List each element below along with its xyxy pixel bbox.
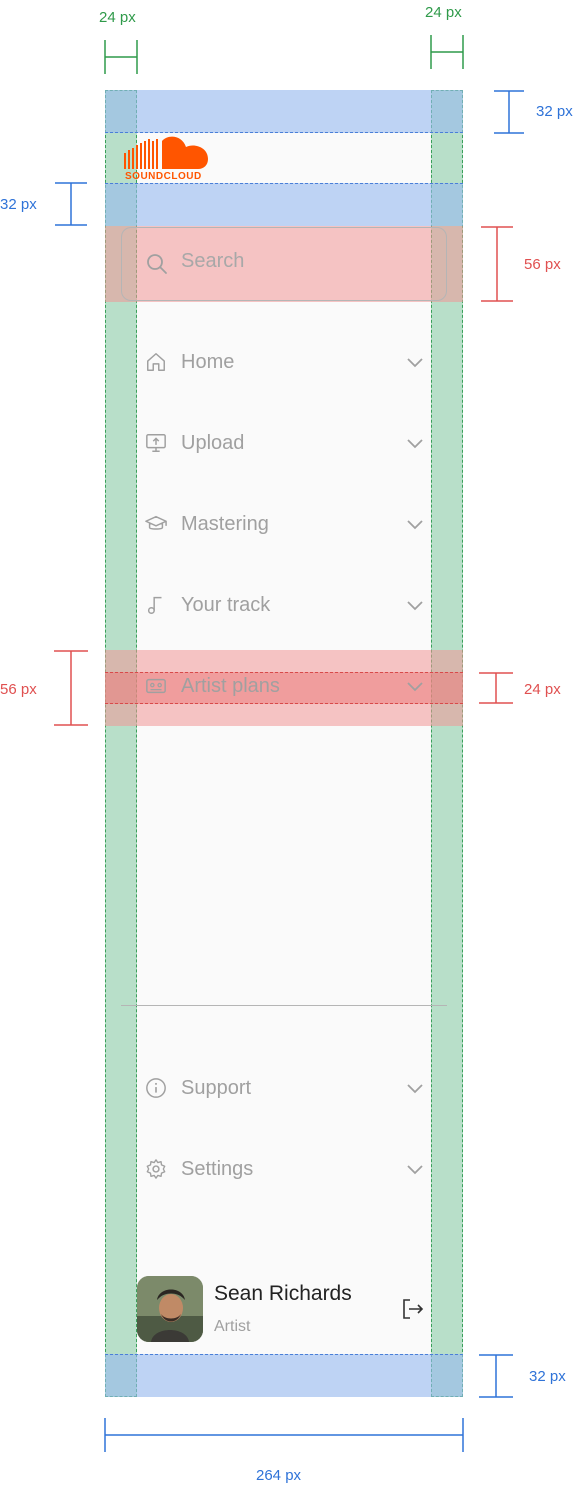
nav-item-support[interactable]: Support [145,1072,425,1104]
measure-icon-size: 24 px [524,681,561,698]
chevron-down-icon [407,358,423,368]
measure-logo-gap: 32 px [0,196,37,213]
nav-item-label: Mastering [181,512,269,535]
avatar-photo [137,1276,203,1342]
nav-item-label: Support [181,1076,252,1099]
nav-item-artist-plans[interactable]: Artist plans [145,670,425,702]
chevron-down-icon [407,439,423,449]
cassette-icon [145,675,167,697]
music-note-icon [145,594,167,616]
graduation-cap-icon [145,513,167,535]
measure-bracket-item [54,650,88,726]
measure-bottom-padding: 32 px [529,1368,566,1385]
logo-gap-band [105,183,463,226]
measure-bracket-right [430,35,464,69]
measure-bracket-left [104,40,138,74]
measure-item-height: 56 px [0,681,37,698]
nav-item-label: Upload [181,431,245,454]
measure-panel-width: 264 px [256,1467,302,1484]
nav-item-label: Your track [181,593,271,616]
chevron-down-icon [407,520,423,530]
home-icon [145,351,167,373]
user-name: Sean Richards [214,1282,352,1305]
measure-bracket-top-padding [494,90,524,134]
search-input[interactable] [121,227,447,301]
avatar[interactable] [137,1276,203,1342]
measure-bracket-logo-gap [55,182,87,226]
info-icon [145,1077,167,1099]
nav-item-mastering[interactable]: Mastering [145,508,425,540]
measure-top-padding: 32 px [536,103,573,120]
top-padding-band [105,90,463,133]
divider [121,1005,447,1006]
measure-left-padding: 24 px [99,9,136,26]
nav-item-your-track[interactable]: Your track [145,589,425,621]
nav-item-label: Artist plans [181,674,280,697]
upload-icon [145,432,167,454]
soundcloud-logo[interactable]: SOUNDCLOUD [122,133,210,183]
chevron-down-icon [407,1165,423,1175]
nav-item-upload[interactable]: Upload [145,427,425,459]
measure-bracket-width [104,1418,464,1452]
measure-bracket-icon [479,672,513,704]
chevron-down-icon [407,601,423,611]
measure-bracket-bottom [479,1354,513,1398]
measure-search-height: 56 px [524,256,561,273]
measure-bracket-search [481,226,513,302]
user-role: Artist [214,1318,251,1335]
bottom-padding-band [105,1354,463,1397]
nav-item-home[interactable]: Home [145,346,425,378]
nav-item-label: Settings [181,1157,254,1180]
nav-item-label: Home [181,350,235,373]
measure-right-padding: 24 px [425,4,462,21]
chevron-down-icon [407,1084,423,1094]
search-placeholder: Search [181,250,245,272]
logout-icon[interactable] [401,1297,425,1321]
gear-icon [145,1158,167,1180]
nav-item-settings[interactable]: Settings [145,1153,425,1185]
logo-text: SOUNDCLOUD [125,171,202,182]
chevron-down-icon [407,682,423,692]
search-icon [147,254,167,274]
